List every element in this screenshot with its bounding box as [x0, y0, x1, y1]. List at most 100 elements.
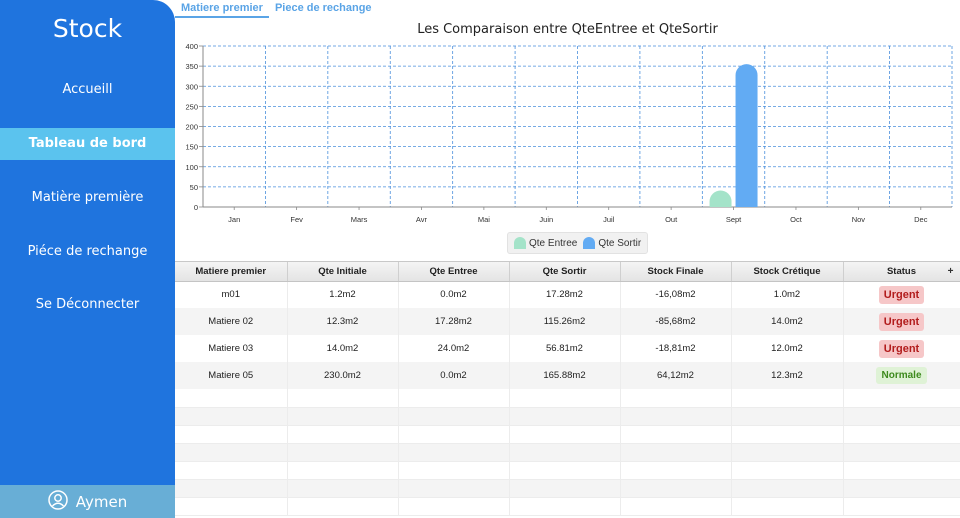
- cell-matiere: Matiere 02: [175, 308, 288, 335]
- bar-sortir: [735, 64, 758, 207]
- empty-cell: [398, 497, 510, 516]
- empty-cell: [843, 479, 960, 498]
- column-header-status[interactable]: Status +: [843, 262, 960, 282]
- empty-cell: [731, 389, 844, 408]
- empty-row: [175, 479, 960, 498]
- legend-label-entree: Qte Entree: [529, 237, 578, 249]
- user-icon: [48, 489, 68, 514]
- table-header-row: Matiere premier Qte Initiale Qte Entree …: [175, 262, 960, 282]
- empty-cell: [175, 407, 288, 426]
- empty-cell: [620, 497, 732, 516]
- y-tick-label: 50: [190, 183, 198, 192]
- empty-cell: [731, 497, 844, 516]
- empty-cell: [398, 425, 510, 444]
- sidebar-item-tableau-de-bord[interactable]: Tableau de bord: [0, 128, 175, 160]
- column-header-qte-initiale[interactable]: Qte Initiale: [287, 262, 399, 282]
- table-row[interactable]: Matiere 03 14.0m2 24.0m2 56.81m2 -18,81m…: [175, 335, 960, 362]
- cell-status: Urgent: [843, 281, 960, 308]
- cell-stock-finale: -85,68m2: [620, 308, 732, 335]
- status-badge: Urgent: [878, 339, 925, 358]
- y-tick-label: 250: [185, 102, 198, 111]
- chart-legend: Qte Entree Qte Sortir: [507, 232, 649, 254]
- x-tick-label: Oct: [790, 215, 803, 224]
- x-tick-label: Fev: [290, 215, 303, 224]
- cell-qte-entree: 0.0m2: [398, 362, 510, 389]
- empty-row: [175, 443, 960, 462]
- cell-stock-critique: 12.0m2: [731, 335, 844, 362]
- column-header-matiere[interactable]: Matiere premier: [175, 262, 288, 282]
- empty-cell: [620, 443, 732, 462]
- empty-cell: [620, 425, 732, 444]
- x-tick-label: Out: [665, 215, 678, 224]
- column-header-status-label: Status: [886, 265, 917, 277]
- cell-stock-critique: 12.3m2: [731, 362, 844, 389]
- cell-qte-entree: 0.0m2: [398, 281, 510, 308]
- empty-row: [175, 389, 960, 408]
- x-tick-label: Juin: [539, 215, 553, 224]
- sidebar-item-piece-de-rechange[interactable]: Piéce de rechange: [0, 236, 175, 268]
- cell-qte-sortir: 115.26m2: [509, 308, 621, 335]
- cell-status: Urgent: [843, 335, 960, 362]
- column-header-stock-critique[interactable]: Stock Crétique: [731, 262, 844, 282]
- legend-label-sortir: Qte Sortir: [598, 237, 642, 249]
- status-badge: Urgent: [878, 312, 925, 331]
- empty-row: [175, 461, 960, 480]
- cell-matiere: Matiere 05: [175, 362, 288, 389]
- cell-qte-sortir: 56.81m2: [509, 335, 621, 362]
- sidebar-item-matiere-premiere[interactable]: Matière première: [0, 182, 175, 214]
- empty-cell: [843, 461, 960, 480]
- status-badge: Urgent: [878, 285, 925, 304]
- x-tick-label: Juil: [603, 215, 615, 224]
- empty-cell: [843, 389, 960, 408]
- table-row[interactable]: Matiere 05 230.0m2 0.0m2 165.88m2 64,12m…: [175, 362, 960, 389]
- y-tick-label: 300: [185, 82, 198, 91]
- app-window: Stock Accueill Tableau de bord Matière p…: [0, 0, 960, 518]
- column-header-stock-finale[interactable]: Stock Finale: [620, 262, 732, 282]
- column-header-qte-entree[interactable]: Qte Entree: [398, 262, 510, 282]
- cell-qte-initiale: 1.2m2: [287, 281, 399, 308]
- tab-matiere-premier[interactable]: Matiere premier: [175, 0, 269, 18]
- empty-cell: [398, 461, 510, 480]
- cell-qte-sortir: 165.88m2: [509, 362, 621, 389]
- empty-cell: [509, 443, 621, 462]
- table-row[interactable]: Matiere 02 12.3m2 17.28m2 115.26m2 -85,6…: [175, 308, 960, 335]
- bar-entree: [709, 190, 732, 207]
- y-tick-label: 200: [185, 123, 198, 132]
- empty-cell: [509, 389, 621, 408]
- empty-cell: [731, 461, 844, 480]
- x-tick-label: Mars: [351, 215, 368, 224]
- column-header-qte-sortir[interactable]: Qte Sortir: [509, 262, 621, 282]
- x-tick-label: Jan: [228, 215, 240, 224]
- empty-cell: [620, 479, 732, 498]
- cell-status: Urgent: [843, 308, 960, 335]
- user-bar[interactable]: Aymen: [0, 485, 175, 518]
- brand-title: Stock: [52, 14, 123, 43]
- sidebar-item-accueil[interactable]: Accueill: [0, 74, 175, 106]
- sidebar-item-se-deconnecter[interactable]: Se Déconnecter: [0, 289, 175, 321]
- table-row[interactable]: m01 1.2m2 0.0m2 17.28m2 -16,08m2 1.0m2 U…: [175, 281, 960, 308]
- tab-piece-de-rechange[interactable]: Piece de rechange: [269, 0, 378, 18]
- y-tick-label: 350: [185, 62, 198, 71]
- cell-qte-initiale: 12.3m2: [287, 308, 399, 335]
- x-tick-label: Sept: [726, 215, 742, 224]
- y-tick-label: 100: [185, 163, 198, 172]
- empty-cell: [509, 479, 621, 498]
- empty-cell: [398, 389, 510, 408]
- empty-cell: [620, 389, 732, 408]
- empty-cell: [731, 425, 844, 444]
- empty-cell: [287, 425, 399, 444]
- empty-cell: [620, 407, 732, 426]
- cell-stock-finale: -16,08m2: [620, 281, 732, 308]
- empty-cell: [843, 407, 960, 426]
- empty-cell: [287, 389, 399, 408]
- empty-cell: [175, 461, 288, 480]
- empty-cell: [175, 497, 288, 516]
- empty-cell: [175, 443, 288, 462]
- status-badge: Normale: [876, 367, 927, 384]
- chart-title: Les Comparaison entre QteEntree et QteSo…: [417, 22, 718, 37]
- y-tick-label: 150: [185, 143, 198, 152]
- column-menu-button[interactable]: +: [948, 266, 954, 277]
- legend-swatch-entree: [514, 237, 526, 249]
- empty-cell: [398, 479, 510, 498]
- cell-stock-finale: -18,81m2: [620, 335, 732, 362]
